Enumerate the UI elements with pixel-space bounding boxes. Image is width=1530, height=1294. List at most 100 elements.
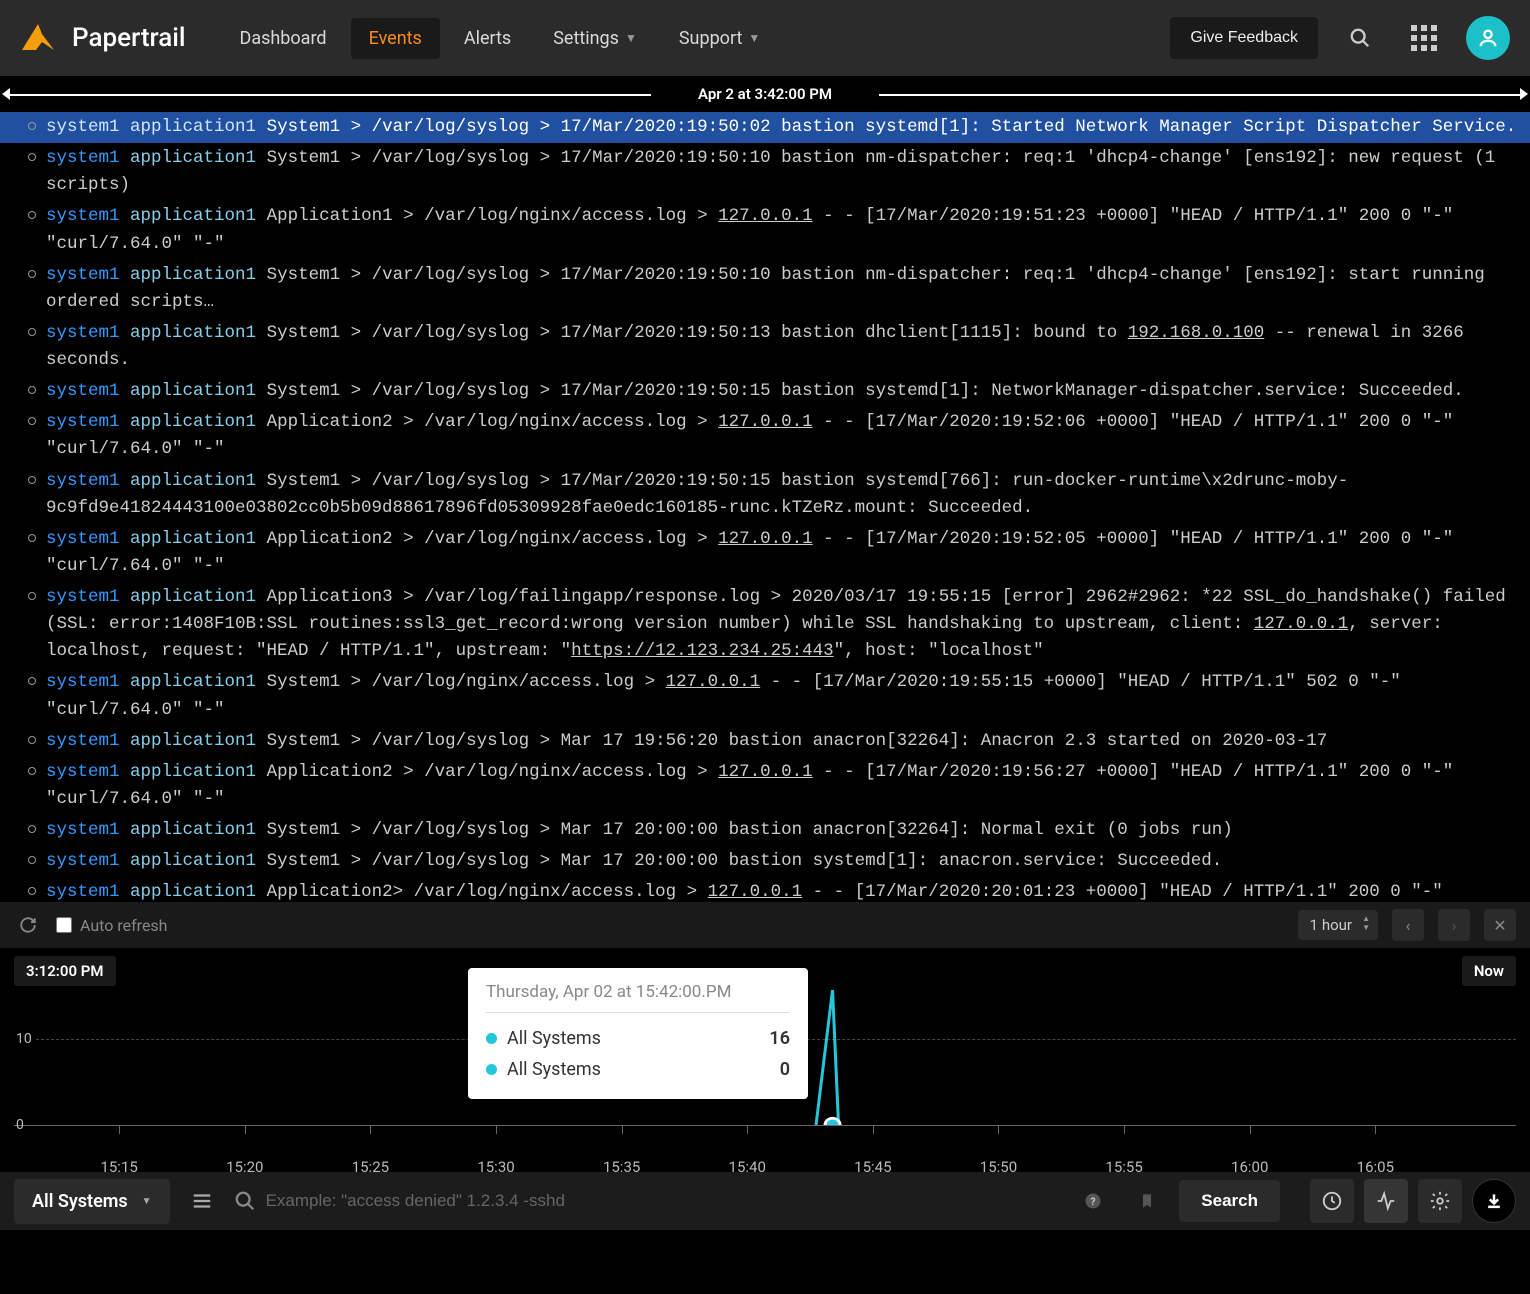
log-dot-icon [28, 677, 36, 685]
log-line[interactable]: system1 application1 Application2 > /var… [0, 407, 1530, 465]
log-line[interactable]: system1 application1 System1 > /var/log/… [0, 376, 1530, 407]
search-button[interactable]: Search [1179, 1180, 1280, 1222]
tooltip-series-label: All Systems [507, 1028, 601, 1049]
log-application: application1 [130, 323, 256, 343]
x-tick: 15:15 [100, 1158, 137, 1176]
log-line[interactable]: system1 application1 Application2> /var/… [0, 877, 1530, 902]
log-text: Application2 > /var/log/nginx/access.log… [46, 412, 1453, 459]
log-line[interactable]: system1 application1 System1 > /var/log/… [0, 815, 1530, 846]
log-url[interactable]: https://12.123.234.25:443 [571, 641, 834, 661]
nav-support[interactable]: Support▼ [661, 18, 778, 59]
log-system: system1 [46, 412, 120, 432]
time-marker: Apr 2 at 3:42:00 PM [0, 76, 1530, 112]
auto-refresh-label: Auto refresh [80, 916, 168, 935]
chart-close-button[interactable]: ✕ [1484, 909, 1516, 941]
log-line[interactable]: system1 application1 Application2 > /var… [0, 757, 1530, 815]
log-application: application1 [130, 412, 256, 432]
help-icon[interactable]: ? [1071, 1179, 1115, 1223]
arrow-left-icon [2, 88, 10, 100]
arrow-right-icon [1520, 88, 1528, 100]
log-dot-icon [28, 736, 36, 744]
x-tick: 16:05 [1357, 1158, 1394, 1176]
topbar: Papertrail Dashboard Events Alerts Setti… [0, 0, 1530, 76]
log-ip[interactable]: 127.0.0.1 [1254, 614, 1349, 634]
refresh-button[interactable] [14, 911, 42, 939]
chart-area: 3:12:00 PM Now 10 0 15:1515:2015:2515:30… [0, 948, 1530, 1172]
log-ip[interactable]: 127.0.0.1 [718, 529, 813, 549]
auto-refresh-checkbox[interactable] [56, 917, 72, 933]
log-application: application1 [130, 851, 256, 871]
tooltip-series-value: 0 [780, 1059, 790, 1080]
tooltip-series-label: All Systems [507, 1059, 601, 1080]
time-range-select[interactable]: 1 hour ▲▼ [1298, 910, 1378, 940]
log-text: Application1 > /var/log/nginx/access.log… [46, 206, 1453, 253]
avatar[interactable] [1466, 16, 1510, 60]
search-input[interactable] [266, 1191, 1062, 1211]
log-application: application1 [130, 471, 256, 491]
download-icon[interactable] [1472, 1179, 1516, 1223]
chart-next-button[interactable]: › [1438, 909, 1470, 941]
log-text: System1 > /var/log/syslog > 17/Mar/2020:… [267, 381, 1464, 401]
chevron-down-icon: ▼ [625, 31, 637, 45]
log-line[interactable]: system1 application1 System1 > /var/log/… [0, 318, 1530, 376]
log-application: application1 [130, 587, 256, 607]
log-dot-icon [28, 386, 36, 394]
tooltip-row: All Systems 0 [486, 1054, 790, 1085]
log-system: system1 [46, 117, 120, 137]
log-line[interactable]: system1 application1 System1 > /var/log/… [0, 846, 1530, 877]
log-system: system1 [46, 323, 120, 343]
menu-button[interactable] [180, 1179, 224, 1223]
give-feedback-button[interactable]: Give Feedback [1170, 17, 1318, 59]
chart-now-badge[interactable]: Now [1462, 956, 1516, 986]
systems-dropdown[interactable]: All Systems ▼ [14, 1179, 170, 1224]
log-application: application1 [130, 820, 256, 840]
log-line[interactable]: system1 application1 Application2 > /var… [0, 524, 1530, 582]
log-ip[interactable]: 127.0.0.1 [718, 762, 813, 782]
chevron-down-icon: ▼ [142, 1196, 152, 1207]
activity-icon[interactable] [1364, 1179, 1408, 1223]
y-tick: 0 [16, 1117, 24, 1133]
nav-settings[interactable]: Settings▼ [535, 18, 655, 59]
nav-events[interactable]: Events [351, 18, 440, 59]
log-viewer[interactable]: system1 application1 System1 > /var/log/… [0, 112, 1530, 902]
log-dot-icon [28, 417, 36, 425]
log-ip[interactable]: 127.0.0.1 [708, 882, 803, 902]
systems-label: All Systems [32, 1191, 128, 1212]
apps-grid-icon[interactable] [1402, 16, 1446, 60]
log-line[interactable]: system1 application1 System1 > /var/log/… [0, 143, 1530, 201]
y-tick: 10 [16, 1031, 32, 1047]
log-application: application1 [130, 762, 256, 782]
log-system: system1 [46, 206, 120, 226]
auto-refresh-toggle[interactable]: Auto refresh [56, 916, 168, 935]
bookmark-icon[interactable] [1125, 1179, 1169, 1223]
nav-alerts[interactable]: Alerts [446, 18, 529, 59]
log-line[interactable]: system1 application1 System1 > /var/log/… [0, 260, 1530, 318]
log-system: system1 [46, 471, 120, 491]
tooltip-series-value: 16 [769, 1028, 790, 1049]
log-line[interactable]: system1 application1 Application1 > /var… [0, 201, 1530, 259]
log-line[interactable]: system1 application1 System1 > /var/log/… [0, 466, 1530, 524]
clock-icon[interactable] [1310, 1179, 1354, 1223]
log-ip[interactable]: 192.168.0.100 [1128, 323, 1265, 343]
log-ip[interactable]: 127.0.0.1 [666, 672, 761, 692]
x-tick: 15:55 [1105, 1158, 1142, 1176]
nav-dashboard[interactable]: Dashboard [222, 18, 345, 59]
log-application: application1 [130, 529, 256, 549]
chevron-down-icon: ▼ [748, 31, 760, 45]
log-dot-icon [28, 270, 36, 278]
gear-icon[interactable] [1418, 1179, 1462, 1223]
log-system: system1 [46, 148, 120, 168]
chart-prev-button[interactable]: ‹ [1392, 909, 1424, 941]
log-line[interactable]: system1 application1 Application3 > /var… [0, 582, 1530, 667]
log-ip[interactable]: 127.0.0.1 [718, 412, 813, 432]
log-ip[interactable]: 127.0.0.1 [718, 206, 813, 226]
time-marker-label: Apr 2 at 3:42:00 PM [698, 85, 832, 103]
log-text: System1 > /var/log/syslog > 17/Mar/2020:… [46, 148, 1495, 195]
log-system: system1 [46, 265, 120, 285]
search-icon[interactable] [1338, 16, 1382, 60]
x-tick: 15:50 [980, 1158, 1017, 1176]
log-line[interactable]: system1 application1 System1 > /var/log/… [0, 112, 1530, 143]
log-line[interactable]: system1 application1 System1 > /var/log/… [0, 726, 1530, 757]
x-tick: 15:30 [477, 1158, 514, 1176]
log-line[interactable]: system1 application1 System1 > /var/log/… [0, 667, 1530, 725]
